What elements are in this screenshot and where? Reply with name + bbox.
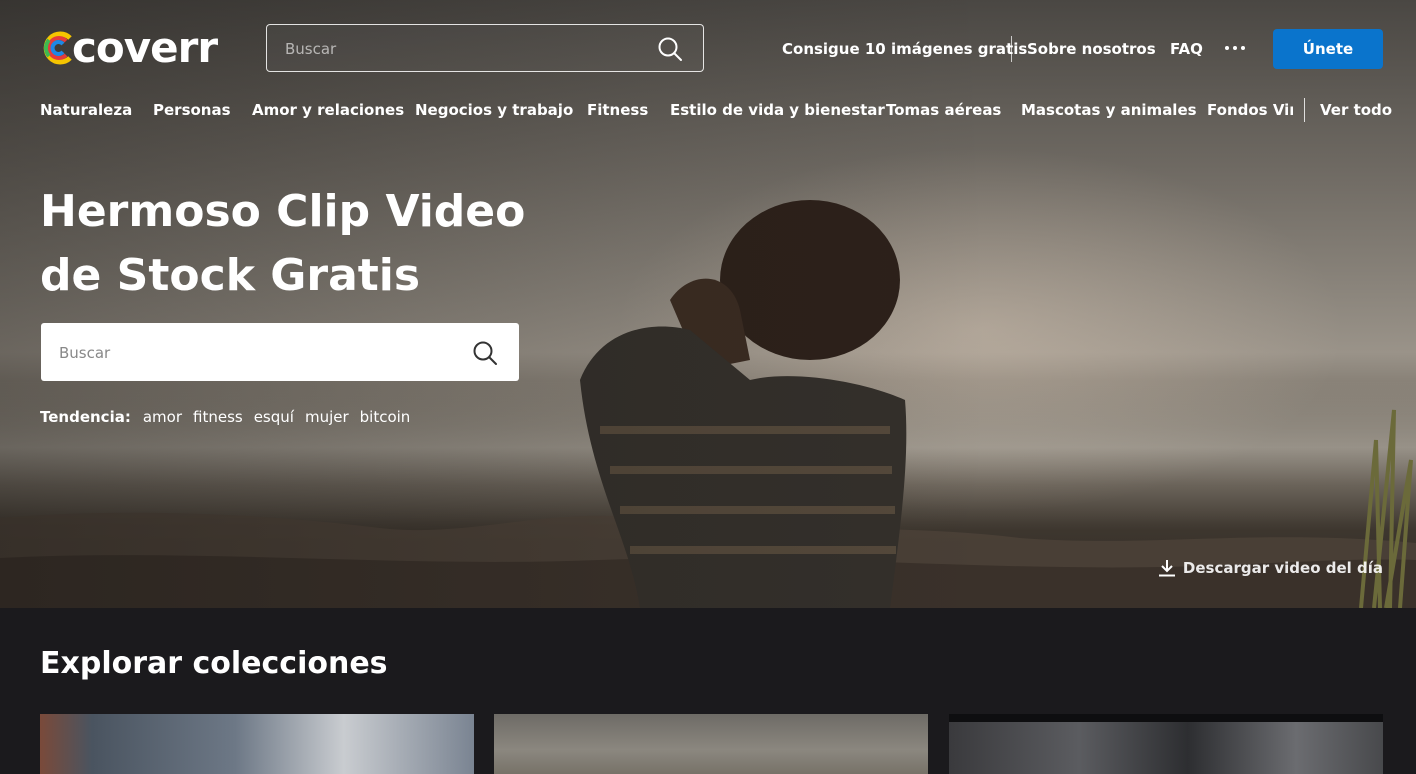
top-link-group: FAQ (1170, 38, 1203, 60)
search-icon[interactable] (657, 36, 683, 62)
category-personas[interactable]: Personas (153, 100, 231, 120)
top-link-group: Sobre nosotros (1027, 38, 1156, 60)
download-icon (1158, 560, 1175, 577)
hero-title-line2: de Stock Gratis (40, 250, 421, 301)
about-link[interactable]: Sobre nosotros (1027, 40, 1156, 58)
hero-search-box (41, 323, 519, 383)
hero-search-input[interactable] (57, 323, 461, 383)
category-estilo-vida[interactable]: Estilo de vida y bienestar (670, 100, 885, 120)
coverr-logo-icon (43, 31, 72, 65)
header-search-box (266, 24, 704, 73)
faq-link[interactable]: FAQ (1170, 40, 1203, 58)
header-search-input[interactable] (283, 25, 647, 73)
category-divider (1304, 98, 1305, 122)
category-fitness[interactable]: Fitness (587, 100, 648, 120)
category-nav: Naturaleza Personas Amor y relaciones Ne… (0, 100, 1416, 122)
category-fondos-virtuales[interactable]: Fondos Virtu (1207, 100, 1293, 120)
collection-card[interactable] (40, 714, 474, 774)
trending-tag-esqui[interactable]: esquí (254, 408, 294, 426)
trending-label: Tendencia: (40, 408, 131, 426)
collection-card[interactable] (949, 714, 1383, 774)
logo-text: coverr (72, 23, 218, 72)
coverr-logo[interactable]: coverr (40, 23, 218, 72)
download-label: Descargar video del día (1182, 559, 1383, 577)
category-tomas-aereas[interactable]: Tomas aéreas (886, 100, 1001, 120)
trending-tags: Tendencia: amor fitness esquí mujer bitc… (40, 408, 421, 426)
trending-tag-fitness[interactable]: fitness (193, 408, 243, 426)
hero-title: Hermoso Clip Video de Stock Gratis (40, 180, 560, 308)
trending-tag-mujer[interactable]: mujer (305, 408, 349, 426)
category-mascotas-animales[interactable]: Mascotas y animales (1021, 100, 1197, 120)
download-video-of-day-link[interactable]: Descargar video del día (1158, 559, 1383, 577)
more-dots-icon[interactable] (1225, 46, 1245, 50)
category-naturaleza[interactable]: Naturaleza (40, 100, 132, 120)
join-button[interactable]: Únete (1273, 29, 1383, 69)
trending-tag-bitcoin[interactable]: bitcoin (360, 408, 411, 426)
category-ver-todo[interactable]: Ver todo (1320, 100, 1392, 120)
search-icon[interactable] (472, 340, 498, 366)
collections-title: Explorar colecciones (40, 646, 388, 681)
hero-title-line1: Hermoso Clip Video (40, 186, 526, 237)
free-images-link[interactable]: Consigue 10 imágenes gratis (782, 40, 1027, 58)
collection-card[interactable] (494, 714, 928, 774)
trending-tag-amor[interactable]: amor (143, 408, 182, 426)
category-negocios-trabajo[interactable]: Negocios y trabajo (415, 100, 573, 120)
category-amor-relaciones[interactable]: Amor y relaciones (252, 100, 404, 120)
top-link-group: Consigue 10 imágenes gratis (782, 38, 1027, 60)
header-divider (1011, 36, 1012, 62)
